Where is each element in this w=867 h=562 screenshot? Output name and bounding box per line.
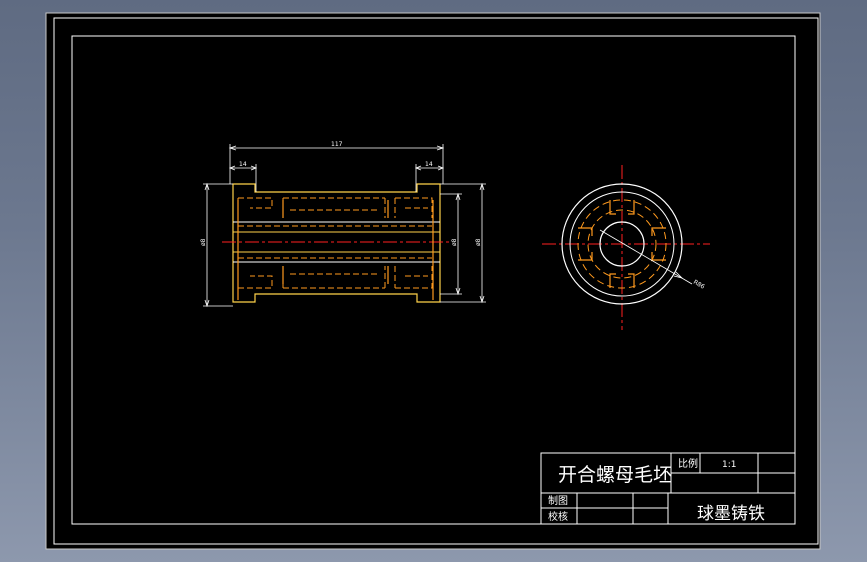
- scale-value: 1:1: [722, 460, 736, 470]
- checked-by-label: 校核: [548, 510, 568, 523]
- drawn-by-label: 制图: [548, 494, 568, 507]
- dim-left-flange-text: 14: [239, 161, 247, 168]
- dim-right-flange-text: 14: [425, 161, 433, 168]
- dim-overall-length-text: 117: [331, 141, 343, 148]
- cad-drawing-canvas: 117 14 14 ø8 ø8 ø8 R86 开合螺母毛坯 比例 1:1 制图 …: [45, 12, 821, 550]
- material-text: 球墨铸铁: [697, 504, 765, 524]
- dim-left-diameter-text: ø8: [200, 238, 207, 246]
- drawing-title: 开合螺母毛坯: [558, 464, 672, 486]
- dim-inner-diameter-text: ø8: [451, 238, 458, 246]
- dim-right-diameter-text: ø8: [475, 238, 482, 246]
- scale-label: 比例: [678, 457, 698, 470]
